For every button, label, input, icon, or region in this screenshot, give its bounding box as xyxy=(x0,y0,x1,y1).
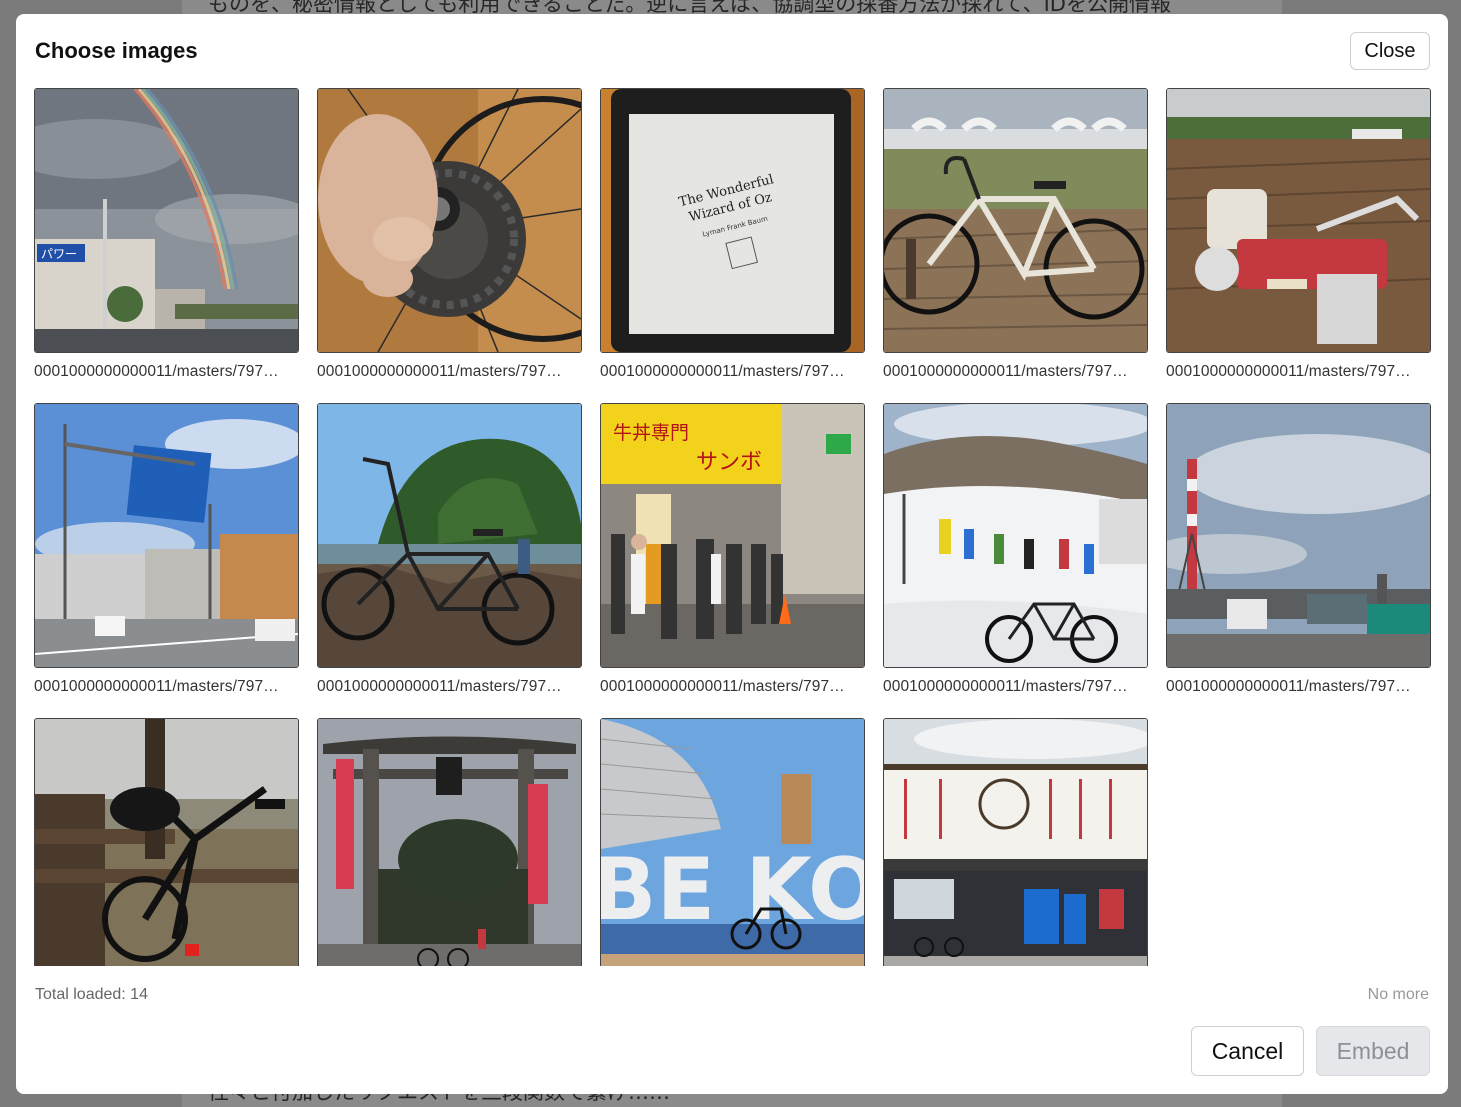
factory-photo xyxy=(1166,403,1431,668)
image-tile[interactable]: 0001000000000011/masters/797… xyxy=(34,403,299,696)
image-caption: 0001000000000011/masters/797… xyxy=(1166,678,1411,695)
restaurant-name-text: サンボ xyxy=(696,450,762,475)
close-button[interactable]: Close xyxy=(1350,32,1430,70)
image-grid: パワー 0001000000000011/masters/797… 000100… xyxy=(34,88,1431,966)
dialog-title: Choose images xyxy=(35,38,198,63)
image-tile[interactable]: 0001000000000011/masters/797… xyxy=(883,403,1148,696)
udon-shop-photo xyxy=(883,718,1148,966)
kobe-sign-photo: BE KOBE xyxy=(600,718,865,966)
image-tile[interactable]: 0001000000000011/masters/797… xyxy=(1166,403,1431,696)
image-caption: 0001000000000011/masters/797… xyxy=(317,363,562,380)
image-tile[interactable]: 0001000000000011/masters/797… xyxy=(317,403,582,696)
image-caption: 0001000000000011/masters/797… xyxy=(883,678,1128,695)
total-loaded-count: Total loaded: 14 xyxy=(35,986,148,1003)
image-tile[interactable] xyxy=(317,718,582,966)
restaurant-sign-text: 牛丼専門 xyxy=(613,422,689,444)
image-grid-scroll[interactable]: パワー 0001000000000011/masters/797… 000100… xyxy=(34,88,1431,966)
image-caption: 0001000000000011/masters/797… xyxy=(883,363,1128,380)
no-more-indicator: No more xyxy=(1367,986,1429,1003)
cancel-button[interactable]: Cancel xyxy=(1191,1026,1304,1076)
image-tile[interactable] xyxy=(883,718,1148,966)
image-tile[interactable] xyxy=(34,718,299,966)
bike-bench-photo xyxy=(34,718,299,966)
image-caption: 0001000000000011/masters/797… xyxy=(34,678,279,695)
image-caption: 0001000000000011/masters/797… xyxy=(600,363,845,380)
embed-button[interactable]: Embed xyxy=(1316,1026,1430,1076)
image-caption: 0001000000000011/masters/797… xyxy=(600,678,845,695)
tiller-photo xyxy=(1166,88,1431,353)
street-sign-photo xyxy=(34,403,299,668)
image-tile[interactable]: The Wonderful Wizard of Oz Lyman Frank B… xyxy=(600,88,865,381)
image-tile[interactable]: 0001000000000011/masters/797… xyxy=(1166,88,1431,381)
image-tile[interactable]: 0001000000000011/masters/797… xyxy=(883,88,1148,381)
image-tile[interactable]: パワー 0001000000000011/masters/797… xyxy=(34,88,299,381)
image-picker-dialog: Choose images Close パワー 0001000000000011… xyxy=(16,14,1448,1094)
restaurant-queue-photo: 牛丼専門 サンボ xyxy=(600,403,865,668)
image-caption: 0001000000000011/masters/797… xyxy=(317,678,562,695)
image-caption: 0001000000000011/masters/797… xyxy=(34,363,279,380)
image-caption: 0001000000000011/masters/797… xyxy=(1166,363,1411,380)
sprocket-photo xyxy=(317,88,582,353)
store-sign-text: パワー xyxy=(41,247,77,261)
image-tile[interactable]: 0001000000000011/masters/797… xyxy=(317,88,582,381)
ebook-photo: The Wonderful Wizard of Oz Lyman Frank B… xyxy=(600,88,865,353)
folding-bike-rocks-photo xyxy=(317,403,582,668)
road-bike-photo xyxy=(883,88,1148,353)
image-tile[interactable]: 牛丼専門 サンボ 0001000000000011/masters/797… xyxy=(600,403,865,696)
torii-gate-photo xyxy=(317,718,582,966)
ski-slope-photo xyxy=(883,403,1148,668)
rainbow-photo: パワー xyxy=(34,88,299,353)
image-tile[interactable]: BE KOBE xyxy=(600,718,865,966)
